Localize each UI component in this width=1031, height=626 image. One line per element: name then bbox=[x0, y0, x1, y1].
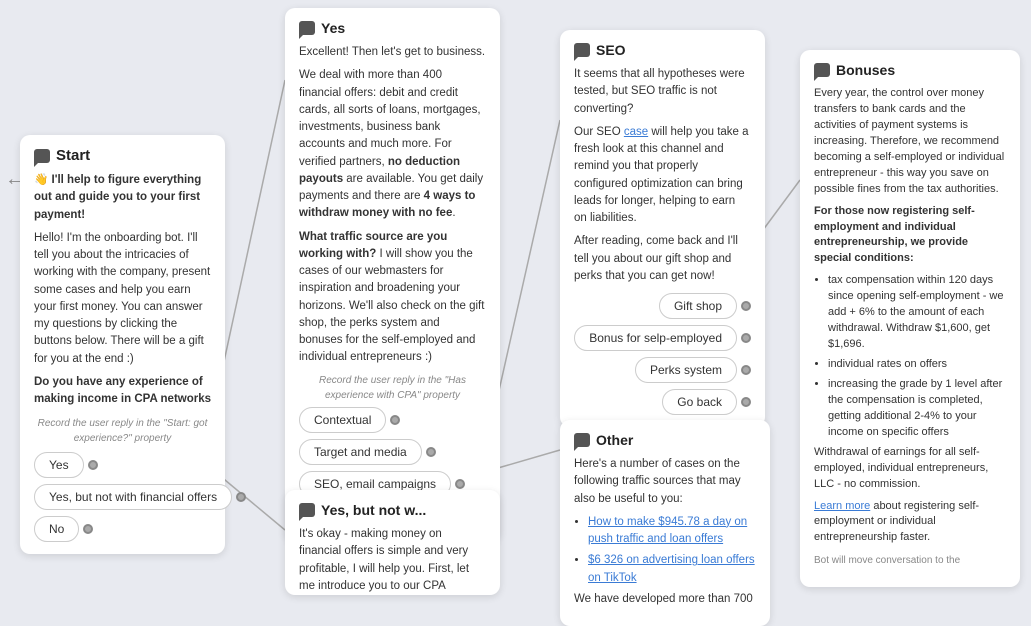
other-body2: We have developed more than 700 bbox=[574, 591, 756, 608]
yes-contextual-item: Contextual bbox=[299, 407, 400, 433]
chat-icon bbox=[34, 149, 50, 163]
seo-bonus-button[interactable]: Bonus for selp-employed bbox=[574, 325, 737, 351]
yes-target-button[interactable]: Target and media bbox=[299, 439, 422, 465]
seo-body: It seems that all hypotheses were tested… bbox=[574, 66, 751, 415]
seo-goback-item: Go back bbox=[662, 389, 751, 415]
seo-body1: It seems that all hypotheses were tested… bbox=[574, 66, 751, 118]
yes-body3: What traffic source are you working with… bbox=[299, 229, 486, 367]
yesbut-body: It's okay - making money on financial of… bbox=[299, 526, 486, 595]
yes-chat-icon bbox=[299, 21, 315, 35]
yes-seo-dot bbox=[455, 479, 465, 489]
bonuses-header: Bonuses bbox=[814, 62, 1006, 78]
bonuses-list-item-3: increasing the grade by 1 level after th… bbox=[828, 377, 1006, 441]
yesbut-title: Yes, but not w... bbox=[321, 502, 426, 518]
bonuses-list-item-2: individual rates on offers bbox=[828, 357, 1006, 373]
bonuses-body2: Withdrawal of earnings for all self-empl… bbox=[814, 445, 1006, 493]
yes-contextual-dot bbox=[390, 415, 400, 425]
yes-target-dot bbox=[426, 447, 436, 457]
bonuses-title: Bonuses bbox=[836, 62, 895, 78]
seo-body3: After reading, come back and I'll tell y… bbox=[574, 233, 751, 285]
seo-goback-button[interactable]: Go back bbox=[662, 389, 737, 415]
start-no-dot bbox=[83, 524, 93, 534]
start-yes-dot bbox=[88, 460, 98, 470]
seo-card: SEO It seems that all hypotheses were te… bbox=[560, 30, 765, 427]
seo-giftshop-button[interactable]: Gift shop bbox=[659, 293, 737, 319]
yes-record-note: Record the user reply in the "Has experi… bbox=[299, 373, 486, 403]
start-emoji: 👋 bbox=[34, 174, 48, 186]
other-chat-icon bbox=[574, 433, 590, 447]
seo-case-link[interactable]: case bbox=[624, 126, 648, 138]
seo-header: SEO bbox=[574, 42, 751, 58]
bonuses-chat-icon bbox=[814, 63, 830, 77]
yes-target-item: Target and media bbox=[299, 439, 436, 465]
yesbut-card: Yes, but not w... It's okay - making mon… bbox=[285, 490, 500, 595]
seo-goback-dot bbox=[741, 397, 751, 407]
bonuses-learn-more: Learn more about registering self-employ… bbox=[814, 499, 1006, 547]
other-card: Other Here's a number of cases on the fo… bbox=[560, 420, 770, 626]
start-yesbut-button[interactable]: Yes, but not with financial offers bbox=[34, 484, 232, 510]
other-title: Other bbox=[596, 432, 633, 448]
other-body: Here's a number of cases on the followin… bbox=[574, 456, 756, 608]
yesbut-header: Yes, but not w... bbox=[299, 502, 486, 518]
yes-body: Excellent! Then let's get to business. W… bbox=[299, 44, 486, 529]
other-links-list: How to make $945.78 a day on push traffi… bbox=[574, 514, 756, 587]
yes-body2: We deal with more than 400 financial off… bbox=[299, 67, 486, 222]
other-link-1[interactable]: How to make $945.78 a day on push traffi… bbox=[588, 516, 747, 545]
start-record-note: Record the user reply in the "Start: got… bbox=[34, 416, 211, 446]
seo-giftshop-item: Gift shop bbox=[659, 293, 751, 319]
start-no-button[interactable]: No bbox=[34, 516, 79, 542]
seo-bonus-item: Bonus for selp-employed bbox=[574, 325, 751, 351]
seo-perks-item: Perks system bbox=[635, 357, 751, 383]
start-yes-item: Yes bbox=[34, 452, 98, 478]
bonuses-list: tax compensation within 120 days since o… bbox=[814, 273, 1006, 440]
start-yesbut-dot bbox=[236, 492, 246, 502]
seo-perks-dot bbox=[741, 365, 751, 375]
bonuses-card: Bonuses Every year, the control over mon… bbox=[800, 50, 1020, 587]
bonuses-bot-note: Bot will move conversation to the bbox=[814, 554, 1006, 569]
start-yesbut-item: Yes, but not with financial offers bbox=[34, 484, 246, 510]
seo-title: SEO bbox=[596, 42, 626, 58]
start-body-text: Hello! I'm the onboarding bot. I'll tell… bbox=[34, 230, 211, 368]
start-question: Do you have any experience of making inc… bbox=[34, 376, 211, 405]
start-header: Start bbox=[34, 147, 211, 164]
other-body1: Here's a number of cases on the followin… bbox=[574, 456, 756, 508]
seo-perks-button[interactable]: Perks system bbox=[635, 357, 737, 383]
start-title: Start bbox=[56, 147, 90, 164]
yesbut-chat-icon bbox=[299, 503, 315, 517]
other-link-2[interactable]: $6 326 on advertising loan offers on Tik… bbox=[588, 554, 755, 583]
bonuses-learn-more-link[interactable]: Learn more bbox=[814, 500, 870, 512]
yes-contextual-button[interactable]: Contextual bbox=[299, 407, 386, 433]
start-card: Start 👋 I'll help to figure everything o… bbox=[20, 135, 225, 554]
yes-card: Yes Excellent! Then let's get to busines… bbox=[285, 8, 500, 541]
yes-header: Yes bbox=[299, 20, 486, 36]
seo-buttons: Gift shop Bonus for selp-employed Perks … bbox=[574, 293, 751, 415]
other-header: Other bbox=[574, 432, 756, 448]
seo-body2: Our SEO case will help you take a fresh … bbox=[574, 124, 751, 228]
seo-bonus-dot bbox=[741, 333, 751, 343]
start-yes-button[interactable]: Yes bbox=[34, 452, 84, 478]
start-body: 👋 I'll help to figure everything out and… bbox=[34, 172, 211, 542]
bonuses-body1: Every year, the control over money trans… bbox=[814, 86, 1006, 198]
bonuses-subheading: For those now registering self-employmen… bbox=[814, 205, 975, 265]
bonuses-list-item-1: tax compensation within 120 days since o… bbox=[828, 273, 1006, 353]
start-highlight: I'll help to figure everything out and g… bbox=[34, 174, 201, 221]
yesbut-body-text: It's okay - making money on financial of… bbox=[299, 526, 486, 595]
seo-chat-icon bbox=[574, 43, 590, 57]
start-buttons: Yes Yes, but not with financial offers N… bbox=[34, 452, 211, 542]
yes-body1: Excellent! Then let's get to business. bbox=[299, 44, 486, 61]
yes-title: Yes bbox=[321, 20, 345, 36]
seo-giftshop-dot bbox=[741, 301, 751, 311]
start-no-item: No bbox=[34, 516, 93, 542]
bonuses-body: Every year, the control over money trans… bbox=[814, 86, 1006, 569]
